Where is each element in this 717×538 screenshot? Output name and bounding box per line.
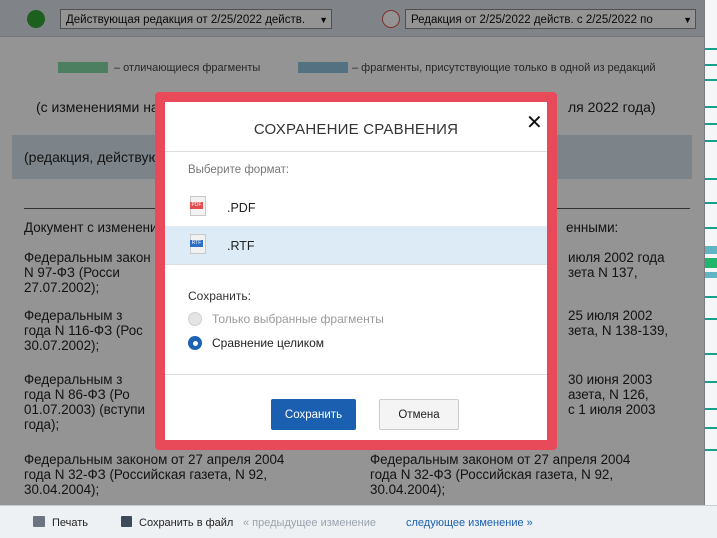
divider [165, 151, 547, 152]
printer-icon [33, 516, 45, 527]
save-comparison-dialog: СОХРАНЕНИЕ СРАВНЕНИЯ ✕ Выберите формат: … [155, 92, 557, 450]
save-scope-label: Сохранить: [188, 289, 251, 303]
cancel-button[interactable]: Отмена [379, 399, 459, 430]
next-change-link[interactable]: следующее изменение » [406, 517, 533, 529]
bottom-toolbar: Печать Сохранить в файл « предыдущее изм… [0, 505, 717, 538]
print-button[interactable]: Печать [52, 517, 88, 529]
save-button[interactable]: Сохранить [271, 399, 356, 430]
divider [165, 374, 547, 375]
format-option-pdf[interactable]: PDF .PDF [165, 188, 547, 226]
selected-fragments-label: Только выбранные фрагменты [212, 312, 384, 326]
pdf-file-icon: PDF [190, 196, 206, 216]
prev-change-link[interactable]: « предыдущее изменение [243, 517, 376, 529]
divider [165, 264, 547, 265]
rtf-file-icon: RTF [190, 234, 206, 254]
rtf-tag: RTF [190, 240, 203, 247]
dialog-title: СОХРАНЕНИЕ СРАВНЕНИЯ [253, 121, 459, 138]
whole-comparison-label: Сравнение целиком [212, 336, 325, 350]
close-icon[interactable]: ✕ [526, 113, 543, 133]
selected-fragments-radio[interactable] [188, 312, 202, 326]
choose-format-label: Выберите формат: [188, 164, 290, 176]
pdf-tag: PDF [190, 202, 203, 209]
save-to-file-button[interactable]: Сохранить в файл [139, 517, 233, 529]
format-label: .PDF [227, 201, 256, 215]
whole-comparison-radio[interactable] [188, 336, 202, 350]
floppy-icon [121, 516, 132, 527]
format-label: .RTF [227, 239, 255, 253]
format-option-rtf[interactable]: RTF .RTF [165, 226, 547, 264]
change-map-bar[interactable] [704, 0, 717, 505]
